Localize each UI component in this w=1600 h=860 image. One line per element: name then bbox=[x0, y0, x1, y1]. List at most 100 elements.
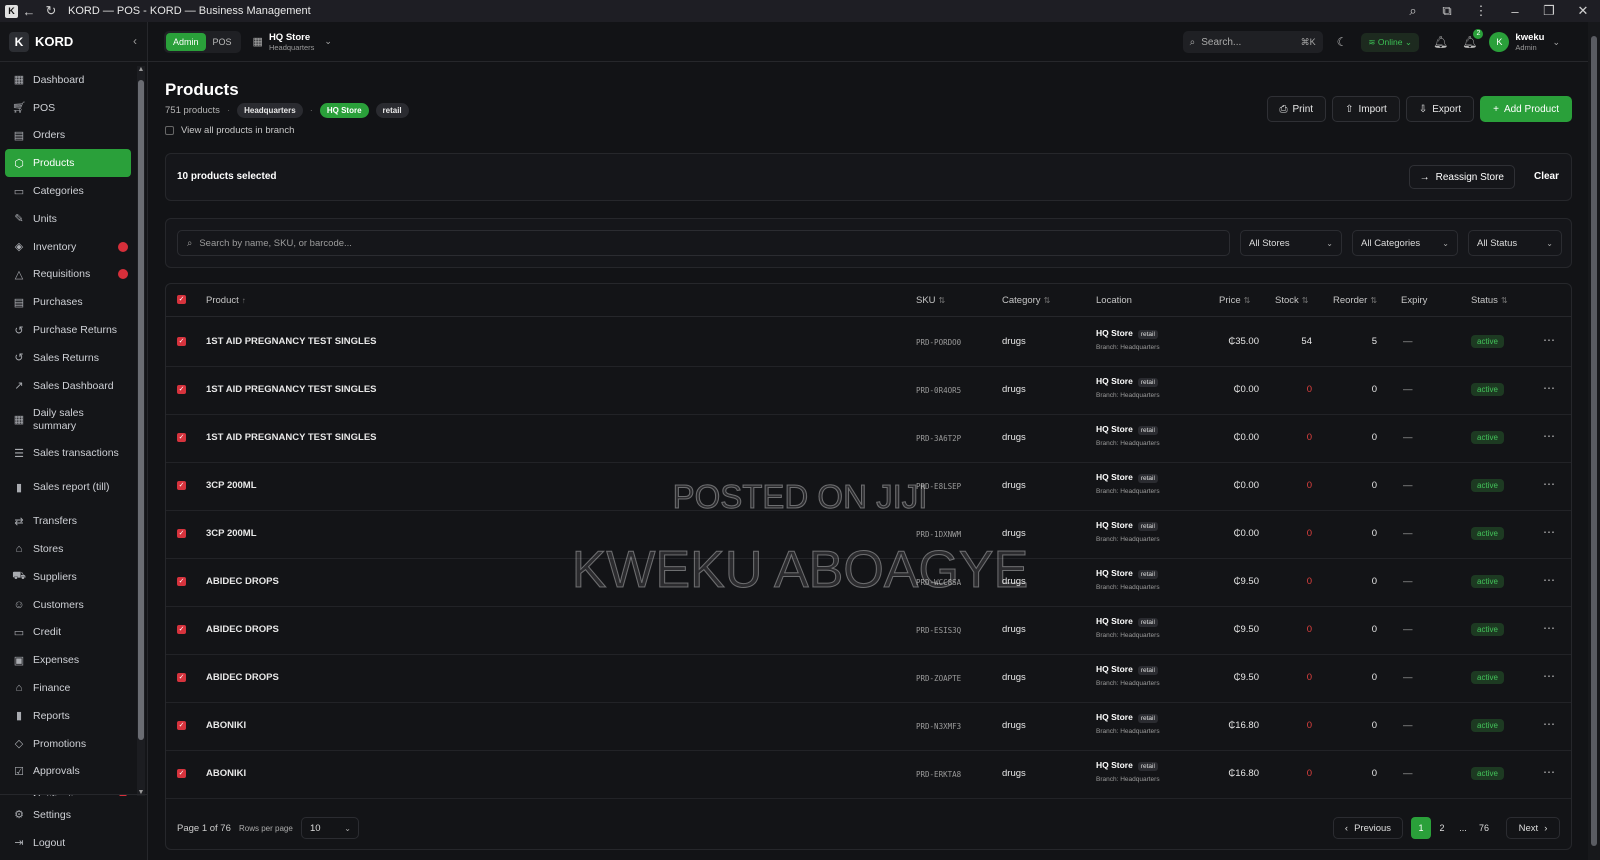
store-selector[interactable]: ▦ HQ Store Headquarters ⌄ bbox=[253, 32, 332, 52]
col-reorder[interactable]: Reorder ⇅ bbox=[1333, 295, 1377, 306]
sidebar-item-pos[interactable]: 🛒︎ POS bbox=[0, 94, 136, 122]
categories-filter-select[interactable]: All Categories ⌄ bbox=[1352, 230, 1458, 256]
previous-page-button[interactable]: ‹ Previous bbox=[1333, 817, 1403, 839]
table-row[interactable]: ✓ 3CP 200ML PRD-E8LSEP drugs HQ Store retail B… bbox=[166, 462, 1571, 511]
sidebar-item-expenses[interactable]: ▣ Expenses bbox=[0, 646, 136, 674]
row-actions-icon[interactable]: ⋯ bbox=[1543, 477, 1555, 491]
row-actions-icon[interactable]: ⋯ bbox=[1543, 429, 1555, 443]
product-name[interactable]: 1ST AID PREGNANCY TEST SINGLES bbox=[206, 336, 377, 347]
sidebar-item-sales-transactions[interactable]: ☰ Sales transactions bbox=[0, 440, 136, 468]
export-button[interactable]: ⇩ Export bbox=[1405, 96, 1475, 122]
status-filter-select[interactable]: All Status ⌄ bbox=[1468, 230, 1562, 256]
select-all-checkbox[interactable]: ✓ bbox=[177, 295, 186, 304]
sidebar-item-promotions[interactable]: ◇ Promotions bbox=[0, 730, 136, 758]
brand[interactable]: K KORD ‹ bbox=[0, 22, 147, 62]
row-actions-icon[interactable]: ⋯ bbox=[1543, 525, 1555, 539]
table-row[interactable]: ✓ 1ST AID PREGNANCY TEST SINGLES PRD-PORDO… bbox=[166, 318, 1571, 367]
col-status[interactable]: Status ⇅ bbox=[1471, 295, 1508, 306]
product-name[interactable]: ABIDEC DROPS bbox=[206, 624, 279, 635]
page-scrollbar-thumb[interactable] bbox=[1591, 36, 1597, 846]
row-actions-icon[interactable]: ⋯ bbox=[1543, 669, 1555, 683]
back-icon[interactable]: ← bbox=[18, 0, 40, 22]
row-actions-icon[interactable]: ⋯ bbox=[1543, 573, 1555, 587]
product-name[interactable]: 1ST AID PREGNANCY TEST SINGLES bbox=[206, 384, 377, 395]
row-actions-icon[interactable]: ⋯ bbox=[1543, 381, 1555, 395]
sidebar-item-requisitions[interactable]: △ Requisitions bbox=[0, 261, 136, 289]
sidebar-item-customers[interactable]: ☺ Customers bbox=[0, 591, 136, 619]
sidebar-item-dashboard[interactable]: ▦ Dashboard bbox=[0, 66, 136, 94]
global-search-input[interactable]: ⌕ Search... ⌘K bbox=[1182, 31, 1323, 53]
page-2-button[interactable]: 2 bbox=[1432, 817, 1452, 839]
product-name[interactable]: ABONIKI bbox=[206, 768, 246, 779]
product-name[interactable]: 3CP 200ML bbox=[206, 528, 257, 539]
online-status-badge[interactable]: ≋ Online ⌄ bbox=[1361, 32, 1419, 52]
table-row[interactable]: ✓ ABIDEC DROPS PRD-ZOAPTE drugs HQ Store reta… bbox=[166, 654, 1571, 703]
sidebar-scrollbar[interactable]: ▲ ▼ bbox=[137, 66, 145, 796]
minimize-icon[interactable]: – bbox=[1498, 0, 1532, 22]
mode-pos-button[interactable]: POS bbox=[206, 33, 239, 51]
sidebar-item-settings[interactable]: ⚙ Settings bbox=[0, 801, 147, 829]
product-name[interactable]: 3CP 200ML bbox=[206, 480, 257, 491]
user-menu[interactable]: K kweku Admin ⌄ bbox=[1489, 32, 1560, 52]
add-product-button[interactable]: + Add Product bbox=[1480, 96, 1572, 122]
rows-per-page-select[interactable]: 10 ⌄ bbox=[301, 817, 359, 839]
table-row[interactable]: ✓ ABONIKI PRD-ERKTA8 drugs HQ Store retail Bra… bbox=[166, 750, 1571, 799]
page-76-button[interactable]: 76 bbox=[1474, 817, 1494, 839]
row-checkbox[interactable]: ✓ bbox=[177, 769, 186, 778]
sidebar-item-finance[interactable]: ⌂ Finance bbox=[0, 674, 136, 702]
row-checkbox[interactable]: ✓ bbox=[177, 481, 186, 490]
sidebar-item-purchases[interactable]: ▤ Purchases bbox=[0, 288, 136, 316]
row-checkbox[interactable]: ✓ bbox=[177, 337, 186, 346]
sidebar-item-logout[interactable]: ⇥ Logout bbox=[0, 829, 147, 857]
table-row[interactable]: ✓ 3CP 200ML PRD-1DXNWM drugs HQ Store retail B… bbox=[166, 510, 1571, 559]
next-page-button[interactable]: Next › bbox=[1506, 817, 1560, 839]
row-checkbox[interactable]: ✓ bbox=[177, 385, 186, 394]
sidebar-item-sales-report-till[interactable]: ▮ Sales report (till) bbox=[0, 467, 136, 507]
page-scrollbar[interactable] bbox=[1588, 22, 1600, 860]
view-all-checkbox[interactable]: View all products in branch bbox=[165, 125, 294, 136]
restore-icon[interactable]: ❐ bbox=[1532, 0, 1566, 22]
row-checkbox[interactable]: ✓ bbox=[177, 673, 186, 682]
sidebar-item-units[interactable]: ✎ Units bbox=[0, 205, 136, 233]
product-search-input[interactable]: ⌕ Search by name, SKU, or barcode... bbox=[177, 230, 1230, 256]
product-name[interactable]: ABIDEC DROPS bbox=[206, 672, 279, 683]
notifications-icon[interactable]: 🔔︎ 2 bbox=[1462, 29, 1484, 49]
table-row[interactable]: ✓ ABIDEC DROPS PRD-ESIS3Q drugs HQ Store reta… bbox=[166, 606, 1571, 655]
collapse-sidebar-icon[interactable]: ‹ bbox=[133, 34, 137, 48]
col-price[interactable]: Price ⇅ bbox=[1219, 295, 1250, 306]
product-name[interactable]: ABIDEC DROPS bbox=[206, 576, 279, 587]
sidebar-item-categories[interactable]: ▭ Categories bbox=[0, 177, 136, 205]
stores-filter-select[interactable]: All Stores ⌄ bbox=[1240, 230, 1342, 256]
clear-selection-button[interactable]: Clear bbox=[1534, 171, 1559, 182]
reload-icon[interactable]: ↻ bbox=[40, 0, 62, 22]
print-button[interactable]: ⎙ Print bbox=[1266, 96, 1327, 122]
sidebar-item-purchase-returns[interactable]: ↺ Purchase Returns bbox=[0, 316, 136, 344]
row-actions-icon[interactable]: ⋯ bbox=[1543, 765, 1555, 779]
import-button[interactable]: ⇧ Import bbox=[1332, 96, 1400, 122]
table-row[interactable]: ✓ 1ST AID PREGNANCY TEST SINGLES PRD-0R4OR… bbox=[166, 366, 1571, 415]
row-checkbox[interactable]: ✓ bbox=[177, 625, 186, 634]
row-checkbox[interactable]: ✓ bbox=[177, 433, 186, 442]
col-stock[interactable]: Stock ⇅ bbox=[1275, 295, 1308, 306]
sidebar-item-stores[interactable]: ⌂ Stores bbox=[0, 535, 136, 563]
bell-icon[interactable]: 🔔︎ bbox=[1433, 35, 1448, 49]
menu-dots-icon[interactable]: ⋮ bbox=[1464, 0, 1498, 22]
sidebar-item-daily-sales-summary[interactable]: ▦ Daily sales summary bbox=[0, 400, 136, 440]
row-actions-icon[interactable]: ⋯ bbox=[1543, 717, 1555, 731]
table-row[interactable]: ✓ 1ST AID PREGNANCY TEST SINGLES PRD-3A6T2… bbox=[166, 414, 1571, 463]
product-name[interactable]: ABONIKI bbox=[206, 720, 246, 731]
row-actions-icon[interactable]: ⋯ bbox=[1543, 621, 1555, 635]
sidebar-item-suppliers[interactable]: ⛟ Suppliers bbox=[0, 563, 136, 591]
col-product[interactable]: Product ↑ bbox=[206, 295, 246, 306]
row-checkbox[interactable]: ✓ bbox=[177, 577, 186, 586]
row-checkbox[interactable]: ✓ bbox=[177, 721, 186, 730]
product-name[interactable]: 1ST AID PREGNANCY TEST SINGLES bbox=[206, 432, 377, 443]
row-checkbox[interactable]: ✓ bbox=[177, 529, 186, 538]
theme-toggle-icon[interactable]: ☾ bbox=[1337, 35, 1348, 49]
table-row[interactable]: ✓ ABONIKI PRD-N3XMF3 drugs HQ Store retail Bra… bbox=[166, 702, 1571, 751]
checkbox-icon[interactable] bbox=[165, 126, 174, 135]
sidebar-item-sales-dashboard[interactable]: ↗ Sales Dashboard bbox=[0, 372, 136, 400]
sidebar-item-transfers[interactable]: ⇄ Transfers bbox=[0, 507, 136, 535]
sidebar-item-sales-returns[interactable]: ↺ Sales Returns bbox=[0, 344, 136, 372]
sidebar-item-products[interactable]: ⬡ Products bbox=[5, 149, 131, 178]
